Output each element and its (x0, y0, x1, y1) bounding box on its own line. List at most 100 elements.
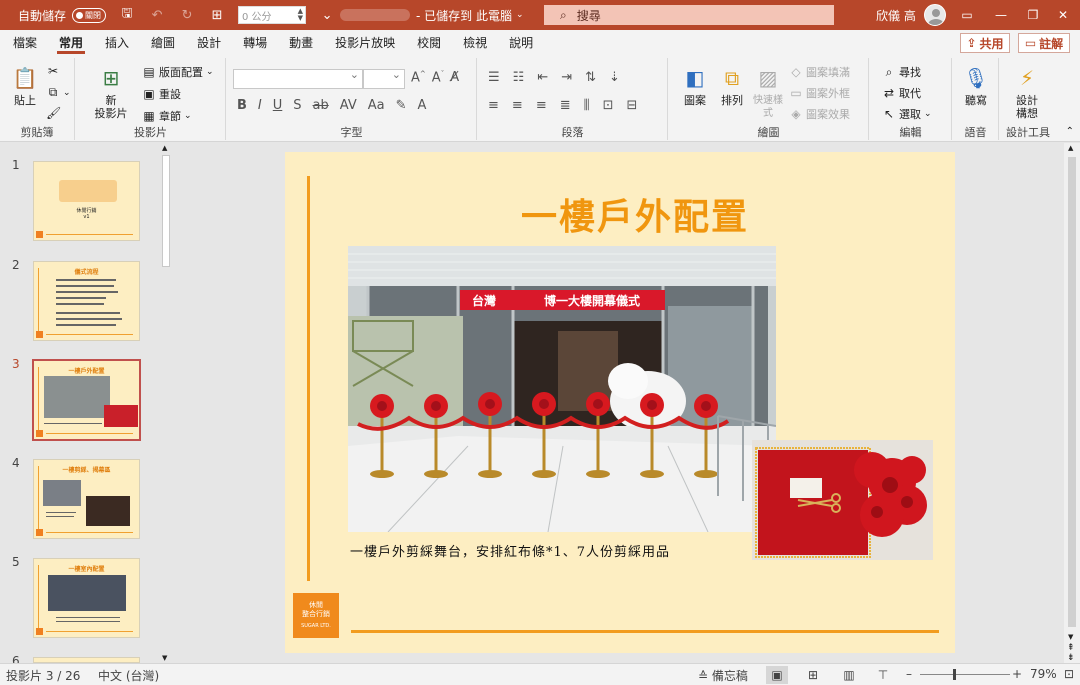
language-indicator[interactable]: 中文 (台灣) (98, 667, 159, 684)
scroll-up-icon[interactable]: ▲ (162, 144, 167, 152)
slide-thumbnail[interactable]: 一樓剪綵、揭幕區 (33, 459, 140, 539)
spinner-icon[interactable]: ▲ ▼ (298, 8, 303, 22)
section-button[interactable]: ▦ 章節 ⌄ (142, 108, 191, 124)
dictate-button[interactable]: 🎙 聽寫 (959, 64, 993, 108)
share-button[interactable]: ⇪ 共用 (960, 33, 1010, 53)
change-case-icon[interactable]: Aa (368, 98, 385, 113)
align-right-icon[interactable]: ≡ (536, 98, 547, 113)
slide-sorter-icon[interactable]: ⊞ (802, 666, 824, 684)
shadow-icon[interactable]: S (293, 98, 301, 113)
scroll-down-icon[interactable]: ▼ (162, 654, 167, 662)
tab-transitions[interactable]: 轉場 (232, 30, 278, 56)
slide-thumbnail[interactable]: 儀式流程 (33, 261, 140, 341)
user-account[interactable]: 欣儀 高 (876, 0, 946, 30)
numbering-icon[interactable]: ☷ (513, 70, 525, 85)
slide-title[interactable]: 一樓戶外配置 (285, 188, 955, 240)
tab-animations[interactable]: 動畫 (278, 30, 324, 56)
scrollbar-thumb[interactable] (162, 155, 170, 267)
slide-thumbnail[interactable]: 一樓戶外配置 (32, 359, 141, 441)
arrange-button[interactable]: ⧉ 排列 (715, 64, 749, 108)
increase-indent-icon[interactable]: ⇥ (561, 70, 572, 85)
new-slide-button[interactable]: ⊞ 新 投影片 (94, 64, 128, 121)
scroll-up-icon[interactable]: ▲ (1068, 144, 1073, 152)
tab-help[interactable]: 說明 (498, 30, 544, 56)
reading-view-icon[interactable]: ▥ (838, 666, 860, 684)
shape-outline-button[interactable]: ▭ 圖案外框 (789, 85, 850, 101)
paste-button[interactable]: 📋 貼上 (10, 64, 40, 108)
tab-view[interactable]: 檢視 (452, 30, 498, 56)
clear-format-icon[interactable]: A̸ (450, 70, 459, 85)
shape-effects-button[interactable]: ◈ 圖案效果 (789, 106, 850, 122)
collapse-ribbon-icon[interactable]: ⌃ (1066, 126, 1074, 137)
minimize-icon[interactable]: — (984, 0, 1018, 30)
redo-icon[interactable]: ↻ (178, 6, 196, 24)
font-size-dropdown[interactable] (363, 68, 405, 89)
justify-icon[interactable]: ≣ (560, 98, 571, 113)
thumbnail-scrollbar[interactable]: ▲ ▼ (160, 143, 172, 663)
tab-review[interactable]: 校閱 (406, 30, 452, 56)
restore-icon[interactable]: ❐ (1016, 0, 1050, 30)
columns-icon[interactable]: ⫼ (584, 98, 590, 113)
tab-insert[interactable]: 插入 (94, 30, 140, 56)
close-icon[interactable]: ✕ (1046, 0, 1080, 30)
zoom-in-icon[interactable]: + (1012, 667, 1022, 681)
fit-slide-icon[interactable]: ⊡ (1064, 667, 1074, 681)
tab-file[interactable]: 檔案 (2, 30, 48, 56)
select-button[interactable]: ↖ 選取 ⌄ (882, 106, 932, 122)
shrink-font-icon[interactable]: Aˇ (432, 70, 444, 85)
shapes-button[interactable]: ◧ 圖案 (677, 64, 713, 108)
replace-button[interactable]: ⇄ 取代 (882, 85, 921, 101)
underline-icon[interactable]: U (273, 98, 283, 113)
unit-input[interactable]: 0 公分 ▲ ▼ (238, 6, 307, 24)
next-slide-icon[interactable]: ⇟ (1067, 653, 1075, 663)
align-center-icon[interactable]: ≡ (512, 98, 523, 113)
find-button[interactable]: ⌕ 尋找 (882, 64, 921, 80)
notes-button[interactable]: ≙ 備忘稿 (698, 667, 748, 684)
highlight-icon[interactable]: ✎ (396, 98, 407, 113)
slideshow-icon[interactable]: ⊤ (872, 666, 894, 684)
slide-thumbnail[interactable]: 休閒行銷 v1 (33, 161, 140, 241)
zoom-level[interactable]: 79% (1030, 667, 1057, 681)
font-color-icon[interactable]: A (418, 98, 427, 113)
search-box[interactable]: ⌕ 搜尋 (544, 5, 834, 25)
previous-slide-icon[interactable]: ⇞ (1067, 643, 1075, 653)
tab-slideshow[interactable]: 投影片放映 (324, 30, 406, 56)
save-icon[interactable]: 🖫 (118, 6, 136, 24)
ribbon-stanchions-photo[interactable]: 台灣 博一大樓開幕儀式 (348, 246, 776, 532)
decrease-indent-icon[interactable]: ⇤ (537, 70, 548, 85)
chevron-down-icon[interactable]: ⌄ (516, 10, 524, 20)
zoom-slider-knob[interactable] (953, 669, 956, 680)
slide-caption[interactable]: 一樓戶外剪綵舞台，安排紅布條*1、7人份剪綵用品 (350, 541, 670, 560)
align-left-icon[interactable]: ≡ (488, 98, 499, 113)
autosave-toggle[interactable]: 關閉 (72, 7, 107, 23)
shape-fill-button[interactable]: ◇ 圖案填滿 (789, 64, 850, 80)
bold-icon[interactable]: B (237, 98, 247, 113)
design-ideas-button[interactable]: ⚡ 設計 構想 (1006, 64, 1048, 121)
tab-design[interactable]: 設計 (186, 30, 232, 56)
scrollbar-thumb[interactable] (1068, 157, 1076, 627)
italic-icon[interactable]: I (258, 98, 262, 113)
undo-icon[interactable]: ↶ (148, 6, 166, 24)
normal-view-icon[interactable]: ▣ (766, 666, 788, 684)
comment-button[interactable]: ▭ 註解 (1018, 33, 1070, 53)
align-text-icon[interactable]: ⊡ (603, 98, 614, 113)
ribbon-display-icon[interactable]: ▭ (950, 0, 984, 30)
scroll-down-icon[interactable]: ▼ (1068, 633, 1073, 641)
text-direction-icon[interactable]: ⇣ (609, 70, 620, 85)
spacing-icon[interactable]: AV (340, 98, 357, 113)
grow-font-icon[interactable]: A^ (411, 70, 426, 85)
smartart-icon[interactable]: ⊟ (627, 98, 638, 113)
slide[interactable]: 一樓戶外配置 台灣 博一大樓開幕儀式 一樓戶外剪綵舞台，安排紅布條*1、7人份剪… (285, 152, 955, 653)
bullets-icon[interactable]: ☰ (488, 70, 500, 85)
tab-draw[interactable]: 繪圖 (140, 30, 186, 56)
reset-button[interactable]: ▣ 重設 (142, 86, 181, 102)
cutting-kit-photo[interactable] (752, 440, 933, 560)
cut-button[interactable]: ✂ (46, 64, 60, 78)
avatar[interactable] (923, 4, 946, 26)
tab-home[interactable]: 常用 (48, 30, 94, 56)
slide-thumbnail[interactable]: 一樓室內配置 (33, 558, 140, 638)
customize-qat-icon[interactable]: ⌄ (318, 6, 336, 24)
present-icon[interactable]: ⊞ (208, 6, 226, 24)
quick-styles-button[interactable]: ▨ 快速樣式 (749, 64, 787, 120)
line-spacing-icon[interactable]: ⇅ (585, 70, 596, 85)
